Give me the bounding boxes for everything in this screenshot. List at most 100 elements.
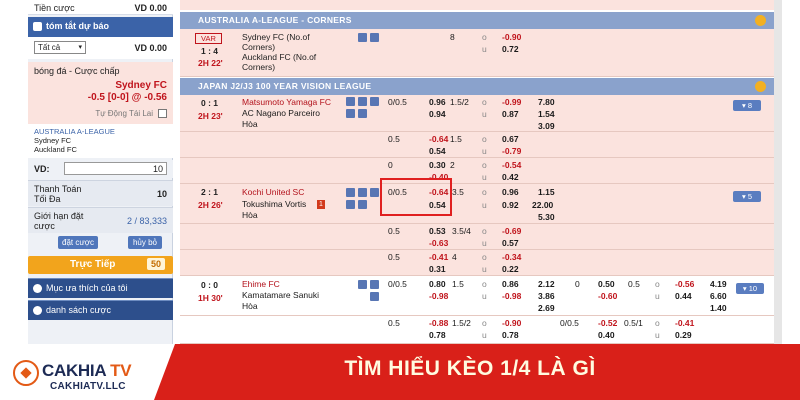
scrollbar[interactable] — [774, 0, 782, 345]
odd[interactable]: 0.29 — [675, 330, 692, 340]
odd-1x2[interactable]: 7.80 — [538, 97, 555, 107]
odd[interactable]: 0.42 — [502, 172, 519, 182]
odd[interactable]: 0.31 — [429, 264, 446, 274]
odd[interactable]: -0.52 — [598, 318, 617, 328]
odd[interactable]: -0.69 — [502, 226, 521, 236]
odd-1x2[interactable]: 1.15 — [538, 187, 555, 197]
away-team[interactable]: Kamatamare Sanuki — [242, 290, 319, 300]
ou-line: 3.5 — [452, 187, 464, 197]
star-icon[interactable] — [370, 280, 379, 289]
more-markets-button[interactable]: ▾ 5 — [733, 191, 761, 202]
odd[interactable]: 0.67 — [502, 134, 519, 144]
odd[interactable]: -0.41 — [429, 252, 448, 262]
odd[interactable]: 0.53 — [429, 226, 446, 236]
selected-team: Sydney FC — [115, 80, 167, 91]
auto-accept-checkbox[interactable] — [158, 109, 167, 118]
away-team[interactable]: Tokushima Vortis — [242, 199, 306, 209]
u-mark: u — [655, 330, 660, 340]
place-bet-button[interactable]: đặt cược — [58, 236, 98, 249]
summary-header[interactable]: tóm tắt dự báo — [28, 17, 173, 37]
odd[interactable]: 0.40 — [598, 330, 615, 340]
payout-value: 10 — [156, 189, 167, 199]
odd[interactable]: 0.22 — [502, 264, 519, 274]
odd[interactable]: -0.41 — [675, 318, 694, 328]
match-subrow: 0.5 0.53 -0.63 3.5/4 o u -0.69 0.57 — [180, 224, 774, 250]
odd[interactable]: 0.30 — [429, 160, 446, 170]
filter-select[interactable]: Tất cả ▾ — [34, 41, 86, 54]
refresh-icon[interactable] — [755, 81, 766, 92]
odd[interactable]: 0.94 — [429, 109, 446, 119]
odd[interactable]: 0.54 — [429, 146, 446, 156]
odd-1x2[interactable]: 2.69 — [538, 303, 555, 313]
field-icon[interactable] — [346, 200, 355, 209]
odd[interactable]: 0.78 — [429, 330, 446, 340]
odd[interactable]: 0.72 — [502, 44, 519, 54]
cancel-button[interactable]: hủy bỏ — [128, 236, 162, 249]
brand-logo[interactable]: CAKHIA TV — [42, 361, 132, 381]
star-icon[interactable] — [370, 33, 379, 42]
odd[interactable]: 0.44 — [675, 291, 692, 301]
odd[interactable]: -0.90 — [502, 318, 521, 328]
odd[interactable]: -0.56 — [675, 279, 694, 289]
odd[interactable]: 0.96 — [429, 97, 446, 107]
odd-1x2[interactable]: 4.19 — [710, 279, 727, 289]
home-team[interactable]: Sydney FC (No.of — [242, 32, 310, 42]
stats-icon[interactable] — [358, 280, 367, 289]
odd[interactable]: -0.63 — [429, 238, 448, 248]
more-markets-button[interactable]: ▾ 8 — [733, 100, 761, 111]
away-team[interactable]: AC Nagano Parceiro — [242, 108, 320, 118]
odd-1x2[interactable]: 1.40 — [710, 303, 727, 313]
odd-1x2[interactable]: 5.30 — [538, 212, 555, 222]
chart-icon[interactable] — [370, 292, 379, 301]
odd-1x2[interactable]: 6.60 — [710, 291, 727, 301]
away-team[interactable]: Auckland FC (No.of — [242, 52, 316, 62]
odd[interactable]: -0.79 — [502, 146, 521, 156]
odd[interactable]: -0.54 — [502, 160, 521, 170]
odd-1x2[interactable]: 2.12 — [538, 279, 555, 289]
chart-icon[interactable] — [358, 200, 367, 209]
odd[interactable]: -0.64 — [429, 134, 448, 144]
fh-hdp-line: 0 — [575, 279, 580, 289]
odd[interactable]: 0.92 — [502, 200, 519, 210]
home-team[interactable]: Ehime FC — [242, 279, 280, 289]
home-team[interactable]: Kochi United SC — [242, 187, 304, 197]
stats-icon[interactable] — [358, 97, 367, 106]
star-icon[interactable] — [370, 97, 379, 106]
stats-icon[interactable] — [358, 188, 367, 197]
live-button[interactable]: Trực Tiếp 50 — [28, 256, 173, 274]
top-row-fragment — [180, 0, 774, 10]
home-team[interactable]: Matsumoto Yamaga FC — [242, 97, 331, 107]
bet-list-menu[interactable]: danh sách cược — [28, 300, 173, 320]
odd[interactable]: 0.50 — [598, 279, 615, 289]
odd[interactable]: 0.87 — [502, 109, 519, 119]
odd-1x2[interactable]: 22.00 — [532, 200, 553, 210]
odd[interactable]: 0.57 — [502, 238, 519, 248]
league-header-jpn[interactable]: JAPAN J2/J3 100 YEAR VISION LEAGUE — [180, 78, 774, 95]
page: { "sidebar":{ "balance_label":"Tiền cược… — [0, 0, 800, 400]
odd[interactable]: 0.78 — [502, 330, 519, 340]
odd[interactable]: -0.98 — [429, 291, 448, 301]
odd[interactable]: 0.96 — [502, 187, 519, 197]
refresh-icon[interactable] — [755, 15, 766, 26]
more-markets-button[interactable]: ▾ 10 — [736, 283, 764, 294]
field-icon[interactable] — [346, 109, 355, 118]
stats-icon[interactable] — [358, 33, 367, 42]
tv-icon[interactable] — [346, 188, 355, 197]
stake-input[interactable]: 10 — [64, 162, 167, 175]
odd[interactable]: -0.99 — [502, 97, 521, 107]
chart-icon[interactable] — [358, 109, 367, 118]
odd[interactable]: -0.88 — [429, 318, 448, 328]
favorites-menu[interactable]: Mục ưa thích của tôi — [28, 278, 173, 298]
odd[interactable]: -0.98 — [502, 291, 521, 301]
odd[interactable]: -0.34 — [502, 252, 521, 262]
odd-1x2[interactable]: 3.86 — [538, 291, 555, 301]
tv-icon[interactable] — [346, 97, 355, 106]
odd-1x2[interactable]: 3.09 — [538, 121, 555, 131]
odd[interactable]: 0.80 — [429, 279, 446, 289]
odd[interactable]: -0.60 — [598, 291, 617, 301]
league-header-aus[interactable]: AUSTRALIA A-LEAGUE - CORNERS — [180, 12, 774, 29]
odd[interactable]: -0.90 — [502, 32, 521, 42]
star-icon[interactable] — [370, 188, 379, 197]
odd-1x2[interactable]: 1.54 — [538, 109, 555, 119]
odd[interactable]: 0.86 — [502, 279, 519, 289]
